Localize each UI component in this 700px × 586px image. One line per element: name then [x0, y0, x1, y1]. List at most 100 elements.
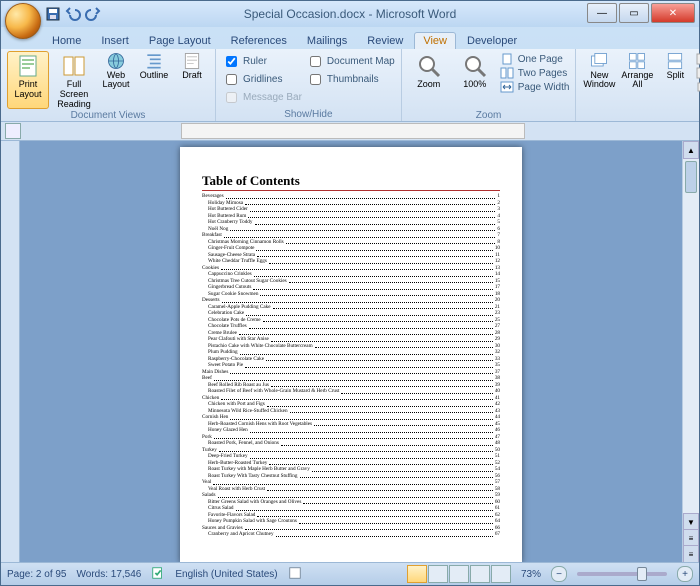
tab-home[interactable]: Home — [43, 32, 90, 49]
split-button[interactable]: Split — [658, 51, 692, 105]
toc-leader-dots — [236, 505, 493, 511]
status-zoom-level[interactable]: 73% — [521, 569, 541, 580]
tab-view[interactable]: View — [414, 32, 456, 49]
status-proofing-icon[interactable] — [151, 566, 165, 583]
toc-leader-dots — [221, 265, 493, 271]
view-full-screen-icon[interactable] — [428, 565, 448, 583]
vertical-ruler[interactable] — [1, 141, 20, 563]
zoom-button[interactable]: Zoom — [408, 51, 450, 109]
toc-leader-dots — [303, 499, 492, 505]
group-window: New Window Arrange All Split View Side b… — [576, 49, 700, 121]
toc-leader-dots — [300, 473, 493, 479]
toc-leader-dots — [245, 362, 493, 368]
new-window-button[interactable]: New Window — [582, 51, 616, 105]
group-zoom: Zoom 100% One Page Two Pages Page Width … — [402, 49, 577, 121]
status-language[interactable]: English (United States) — [175, 569, 277, 580]
tab-page-layout[interactable]: Page Layout — [140, 32, 220, 49]
zoom-out-button[interactable]: − — [551, 566, 567, 582]
toc-leader-dots — [230, 226, 495, 232]
synchronous-scrolling-button: Synchronous Scrolling — [696, 67, 700, 79]
ruler-checkbox[interactable]: Ruler — [222, 53, 302, 70]
toc-leader-dots — [213, 479, 493, 485]
view-side-by-side-button: View Side by Side — [696, 53, 700, 65]
reset-window-position-button: Reset Window Position — [696, 81, 700, 93]
status-bar: Page: 2 of 95 Words: 17,546 English (Uni… — [1, 562, 699, 585]
toc-leader-dots — [255, 219, 496, 225]
toc-leader-dots — [218, 492, 493, 498]
toc-leader-dots — [253, 284, 492, 290]
tab-developer[interactable]: Developer — [458, 32, 526, 49]
outline-button[interactable]: Outline — [137, 51, 171, 105]
zoom-slider[interactable] — [577, 572, 667, 576]
view-shortcut-buttons — [407, 565, 511, 583]
message-bar-checkbox: Message Bar — [222, 89, 302, 106]
tab-references[interactable]: References — [222, 32, 296, 49]
document-map-checkbox[interactable]: Document Map — [306, 53, 395, 70]
app-window: Special Occasion.docx - Microsoft Word —… — [0, 0, 700, 586]
ribbon: Print Layout Full Screen Reading Web Lay… — [1, 49, 699, 122]
zoom-slider-thumb[interactable] — [637, 567, 647, 581]
print-layout-button[interactable]: Print Layout — [7, 51, 49, 109]
next-page-button[interactable]: ≡ — [683, 545, 699, 563]
thumbnails-checkbox[interactable]: Thumbnails — [306, 71, 395, 88]
close-button[interactable]: ✕ — [651, 3, 695, 23]
toc-leader-dots — [276, 531, 493, 537]
toc-leader-dots — [267, 401, 493, 407]
one-page-button[interactable]: One Page — [500, 53, 570, 65]
toc-leader-dots — [246, 310, 493, 316]
document-area[interactable]: Table of Contents Beverages1Holiday Mimo… — [20, 141, 682, 563]
tab-insert[interactable]: Insert — [92, 32, 138, 49]
toc-leader-dots — [250, 427, 493, 433]
toc-leader-dots — [245, 525, 493, 531]
scroll-up-button[interactable]: ▲ — [683, 141, 699, 159]
toc-leader-dots — [230, 414, 492, 420]
two-pages-button[interactable]: Two Pages — [500, 67, 570, 79]
web-layout-button[interactable]: Web Layout — [99, 51, 133, 105]
draft-button[interactable]: Draft — [175, 51, 209, 105]
scroll-thumb[interactable] — [685, 161, 697, 193]
toc-leader-dots — [271, 336, 493, 342]
toc-leader-dots — [226, 193, 496, 199]
toc-leader-dots — [267, 486, 493, 492]
toc-leader-dots — [250, 206, 496, 212]
toc-leader-dots — [299, 518, 493, 524]
zoom-in-button[interactable]: + — [677, 566, 693, 582]
toc-leader-dots — [281, 440, 493, 446]
toc-entry[interactable]: Cranberry and Apricot Chutney67 — [202, 531, 500, 538]
workspace: Table of Contents Beverages1Holiday Mimo… — [1, 141, 699, 563]
tab-mailings[interactable]: Mailings — [298, 32, 356, 49]
ruler-corner-button[interactable] — [5, 123, 21, 139]
page-width-button[interactable]: Page Width — [500, 81, 570, 93]
horizontal-ruler-bar — [1, 122, 699, 141]
maximize-button[interactable]: ▭ — [619, 3, 649, 23]
office-button[interactable] — [5, 3, 41, 39]
toc-leader-dots — [260, 291, 492, 297]
toc-leader-dots — [273, 304, 493, 310]
toc-leader-dots — [266, 356, 493, 362]
view-outline-icon[interactable] — [470, 565, 490, 583]
view-draft-icon[interactable] — [491, 565, 511, 583]
status-insert-icon[interactable] — [288, 566, 302, 583]
qat-undo-icon[interactable] — [65, 6, 81, 22]
zoom-100-button[interactable]: 100% — [454, 51, 496, 109]
status-words[interactable]: Words: 17,546 — [77, 569, 142, 580]
minimize-button[interactable]: — — [587, 3, 617, 23]
status-page[interactable]: Page: 2 of 95 — [7, 569, 67, 580]
gridlines-checkbox[interactable]: Gridlines — [222, 71, 302, 88]
toc-leader-dots — [269, 258, 493, 264]
view-print-layout-icon[interactable] — [407, 565, 427, 583]
arrange-all-button[interactable]: Arrange All — [620, 51, 654, 105]
qat-save-icon[interactable] — [45, 6, 61, 22]
tab-review[interactable]: Review — [358, 32, 412, 49]
horizontal-ruler[interactable] — [181, 123, 525, 139]
vertical-scrollbar[interactable]: ▲ ▼ ≡ ≡ — [682, 141, 699, 563]
toc-leader-dots — [214, 434, 493, 440]
toc-leader-dots — [219, 447, 493, 453]
group-label: Document Views — [7, 109, 209, 122]
qat-redo-icon[interactable] — [85, 6, 101, 22]
group-label: Window — [582, 109, 700, 122]
full-screen-reading-button[interactable]: Full Screen Reading — [53, 51, 95, 109]
view-web-layout-icon[interactable] — [449, 565, 469, 583]
group-show-hide: Ruler Gridlines Message Bar Document Map… — [216, 49, 402, 121]
document-page[interactable]: Table of Contents Beverages1Holiday Mimo… — [180, 147, 522, 563]
